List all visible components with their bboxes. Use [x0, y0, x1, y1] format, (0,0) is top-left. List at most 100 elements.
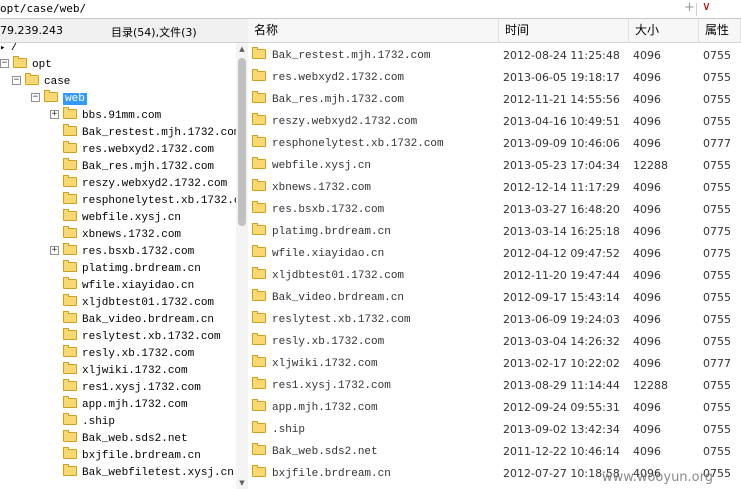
file-row[interactable]: Bak_web.sds2.net 2011-12-22 10:46:14 4096 0…: [248, 441, 741, 463]
tree-item[interactable]: bxjfile.brdream.cn: [50, 447, 201, 465]
folder-icon: [63, 107, 77, 120]
file-row[interactable]: res1.xysj.1732.com 2013-08-29 11:14:44 122…: [248, 375, 741, 397]
file-perm: 0755: [703, 379, 731, 392]
folder-icon: [252, 113, 266, 126]
tree-item-label: bxjfile.brdream.cn: [82, 450, 201, 462]
tree-item[interactable]: ▸ /: [0, 43, 17, 57]
tree-item[interactable]: − opt: [0, 56, 52, 74]
tree-item[interactable]: Bak_restest.mjh.1732.com: [50, 124, 236, 142]
scroll-down-arrow-icon[interactable]: ▼: [236, 477, 248, 489]
folder-icon: [252, 333, 266, 346]
folder-icon: [252, 311, 266, 324]
file-name: Bak_res.mjh.1732.com: [272, 94, 405, 106]
file-perm: 0755: [703, 115, 731, 128]
column-name[interactable]: 名称: [248, 19, 499, 42]
tree-item[interactable]: app.mjh.1732.com: [50, 396, 188, 414]
folder-icon: [63, 447, 77, 460]
file-time: 2012-11-21 14:55:56: [503, 93, 620, 106]
column-size[interactable]: 大小: [629, 19, 699, 42]
tree-item[interactable]: resphonelytest.xb.1732.co: [50, 192, 236, 210]
file-row[interactable]: reslytest.xb.1732.com 2013-06-09 19:24:03…: [248, 309, 741, 331]
tree-item[interactable]: webfile.xysj.cn: [50, 209, 181, 227]
root-arrow-icon[interactable]: ▸: [0, 43, 11, 53]
file-row[interactable]: app.mjh.1732.com 2012-09-24 09:55:31 4096 0…: [248, 397, 741, 419]
tree-scrollbar[interactable]: ▲ ▼: [236, 43, 248, 489]
tree-item[interactable]: res.webxyd2.1732.com: [50, 141, 214, 159]
tree-item[interactable]: .ship: [50, 413, 115, 431]
scroll-up-arrow-icon[interactable]: ▲: [236, 43, 248, 55]
folder-icon: [25, 73, 39, 86]
address-separator: [696, 3, 697, 16]
tree-item[interactable]: xljwiki.1732.com: [50, 362, 188, 380]
collapse-icon[interactable]: −: [31, 92, 40, 102]
tree-item[interactable]: − web: [31, 90, 87, 108]
expand-icon[interactable]: +: [50, 245, 59, 255]
file-name: Bak_video.brdream.cn: [272, 292, 405, 304]
file-name-cell: res1.xysj.1732.com: [252, 375, 391, 397]
file-row[interactable]: webfile.xysj.cn 2013-05-23 17:04:34 12288 0…: [248, 155, 741, 177]
address-bar[interactable]: opt/case/web/ + ∨: [0, 0, 741, 19]
file-row[interactable]: xbnews.1732.com 2012-12-14 11:17:29 4096 07…: [248, 177, 741, 199]
tree-item[interactable]: reszy.webxyd2.1732.com: [50, 175, 228, 193]
tree-item[interactable]: Bak_web.sds2.net: [50, 430, 188, 448]
folder-icon: [252, 465, 266, 478]
file-name-cell: reszy.webxyd2.1732.com: [252, 111, 417, 133]
file-name: res1.xysj.1732.com: [272, 380, 391, 392]
watermark: www.wooyun.org: [602, 470, 714, 485]
file-row[interactable]: resphonelytest.xb.1732.com 2013-09-09 10:…: [248, 133, 741, 155]
file-row[interactable]: xljwiki.1732.com 2013-02-17 10:22:02 4096 0…: [248, 353, 741, 375]
file-row[interactable]: Bak_video.brdream.cn 2012-09-17 15:43:14 4…: [248, 287, 741, 309]
tree-item[interactable]: + bbs.91mm.com: [50, 107, 161, 125]
tree-item[interactable]: xljdbtest01.1732.com: [50, 294, 214, 312]
chevron-down-icon[interactable]: ∨: [702, 0, 711, 13]
file-row[interactable]: Bak_restest.mjh.1732.com 2012-08-24 11:25…: [248, 45, 741, 67]
folder-icon: [63, 141, 77, 154]
file-name: .ship: [272, 424, 306, 436]
tree-item[interactable]: reslytest.xb.1732.com: [50, 328, 221, 346]
file-row[interactable]: res.bsxb.1732.com 2013-03-27 16:48:20 4096…: [248, 199, 741, 221]
tree-item-label: /: [10, 43, 18, 54]
address-input[interactable]: opt/case/web/: [0, 2, 86, 15]
tree-item[interactable]: resly.xb.1732.com: [50, 345, 194, 363]
tree-item[interactable]: Bak_res.mjh.1732.com: [50, 158, 214, 176]
collapse-icon[interactable]: −: [12, 75, 21, 85]
file-row[interactable]: wfile.xiayidao.cn 2012-04-12 09:47:52 4096…: [248, 243, 741, 265]
tree-item[interactable]: res1.xysj.1732.com: [50, 379, 201, 397]
file-row[interactable]: platimg.brdream.cn 2013-03-14 16:25:18 409…: [248, 221, 741, 243]
file-name-cell: webfile.xysj.cn: [252, 155, 371, 177]
tree-item[interactable]: platimg.brdream.cn: [50, 260, 201, 278]
file-perm: 0755: [703, 159, 731, 172]
file-name-cell: xljdbtest01.1732.com: [252, 265, 404, 287]
tree-item-label: resphonelytest.xb.1732.co: [82, 195, 236, 207]
file-time: 2013-03-04 14:26:32: [503, 335, 620, 348]
tree-item[interactable]: Bak_video.brdream.cn: [50, 311, 214, 329]
tree-item[interactable]: wfile.xiayidao.cn: [50, 277, 194, 295]
file-name-cell: wfile.xiayidao.cn: [252, 243, 384, 265]
plus-icon[interactable]: +: [684, 0, 695, 15]
file-row[interactable]: Bak_res.mjh.1732.com 2012-11-21 14:55:56 4…: [248, 89, 741, 111]
file-name: xbnews.1732.com: [272, 182, 372, 194]
tree-item[interactable]: Bak_webfiletest.xysj.cn: [50, 464, 234, 482]
file-row[interactable]: xljdbtest01.1732.com 2012-11-20 19:47:44 4…: [248, 265, 741, 287]
file-row[interactable]: .ship 2013-09-02 13:42:34 4096 0755: [248, 419, 741, 441]
column-perm[interactable]: 属性: [699, 19, 741, 42]
file-row[interactable]: resly.xb.1732.com 2013-03-04 14:26:32 4096…: [248, 331, 741, 353]
tree-item-label: reszy.webxyd2.1732.com: [82, 178, 228, 190]
file-name: reslytest.xb.1732.com: [272, 314, 411, 326]
file-row[interactable]: res.webxyd2.1732.com 2013-06-05 19:18:17 4…: [248, 67, 741, 89]
file-time: 2012-09-17 15:43:14: [503, 291, 620, 304]
column-time[interactable]: 时间: [499, 19, 629, 42]
collapse-icon[interactable]: −: [0, 58, 9, 68]
file-name-cell: Bak_video.brdream.cn: [252, 287, 404, 309]
file-time: 2011-12-22 10:46:14: [503, 445, 620, 458]
file-row[interactable]: reszy.webxyd2.1732.com 2013-04-16 10:49:5…: [248, 111, 741, 133]
tree-item[interactable]: + res.bsxb.1732.com: [50, 243, 194, 261]
tree-item[interactable]: xbnews.1732.com: [50, 226, 181, 244]
expand-icon[interactable]: +: [50, 109, 59, 119]
tree-item[interactable]: − case: [12, 73, 70, 91]
file-name-cell: xbnews.1732.com: [252, 177, 371, 199]
folder-icon: [63, 345, 77, 358]
folder-icon: [252, 179, 266, 192]
scroll-thumb[interactable]: [238, 58, 246, 226]
file-name: xljdbtest01.1732.com: [272, 270, 405, 282]
